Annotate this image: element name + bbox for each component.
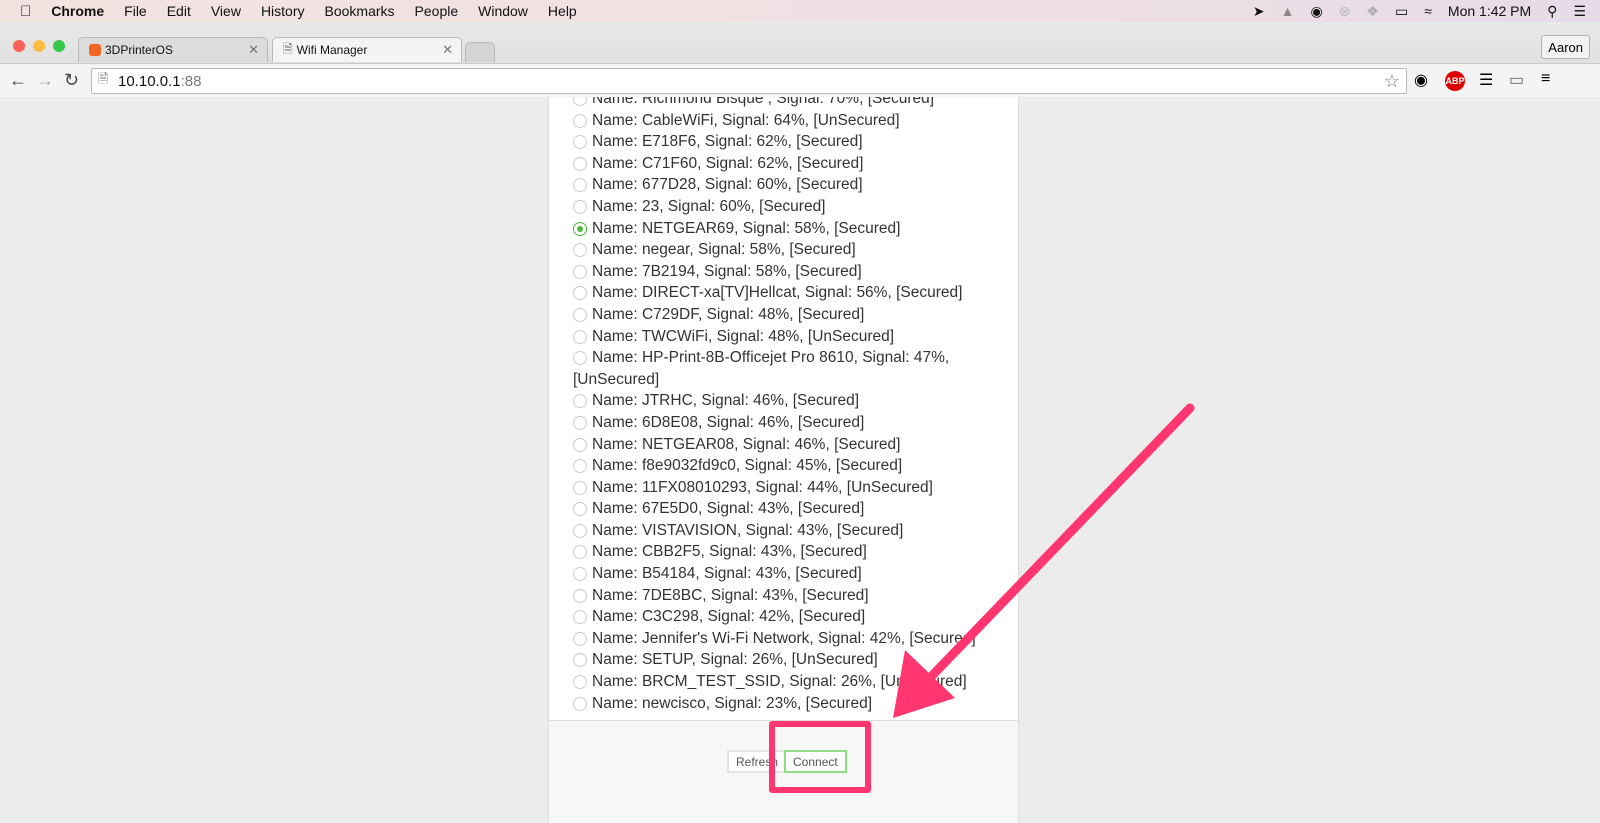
annotation-arrow — [893, 403, 1195, 718]
